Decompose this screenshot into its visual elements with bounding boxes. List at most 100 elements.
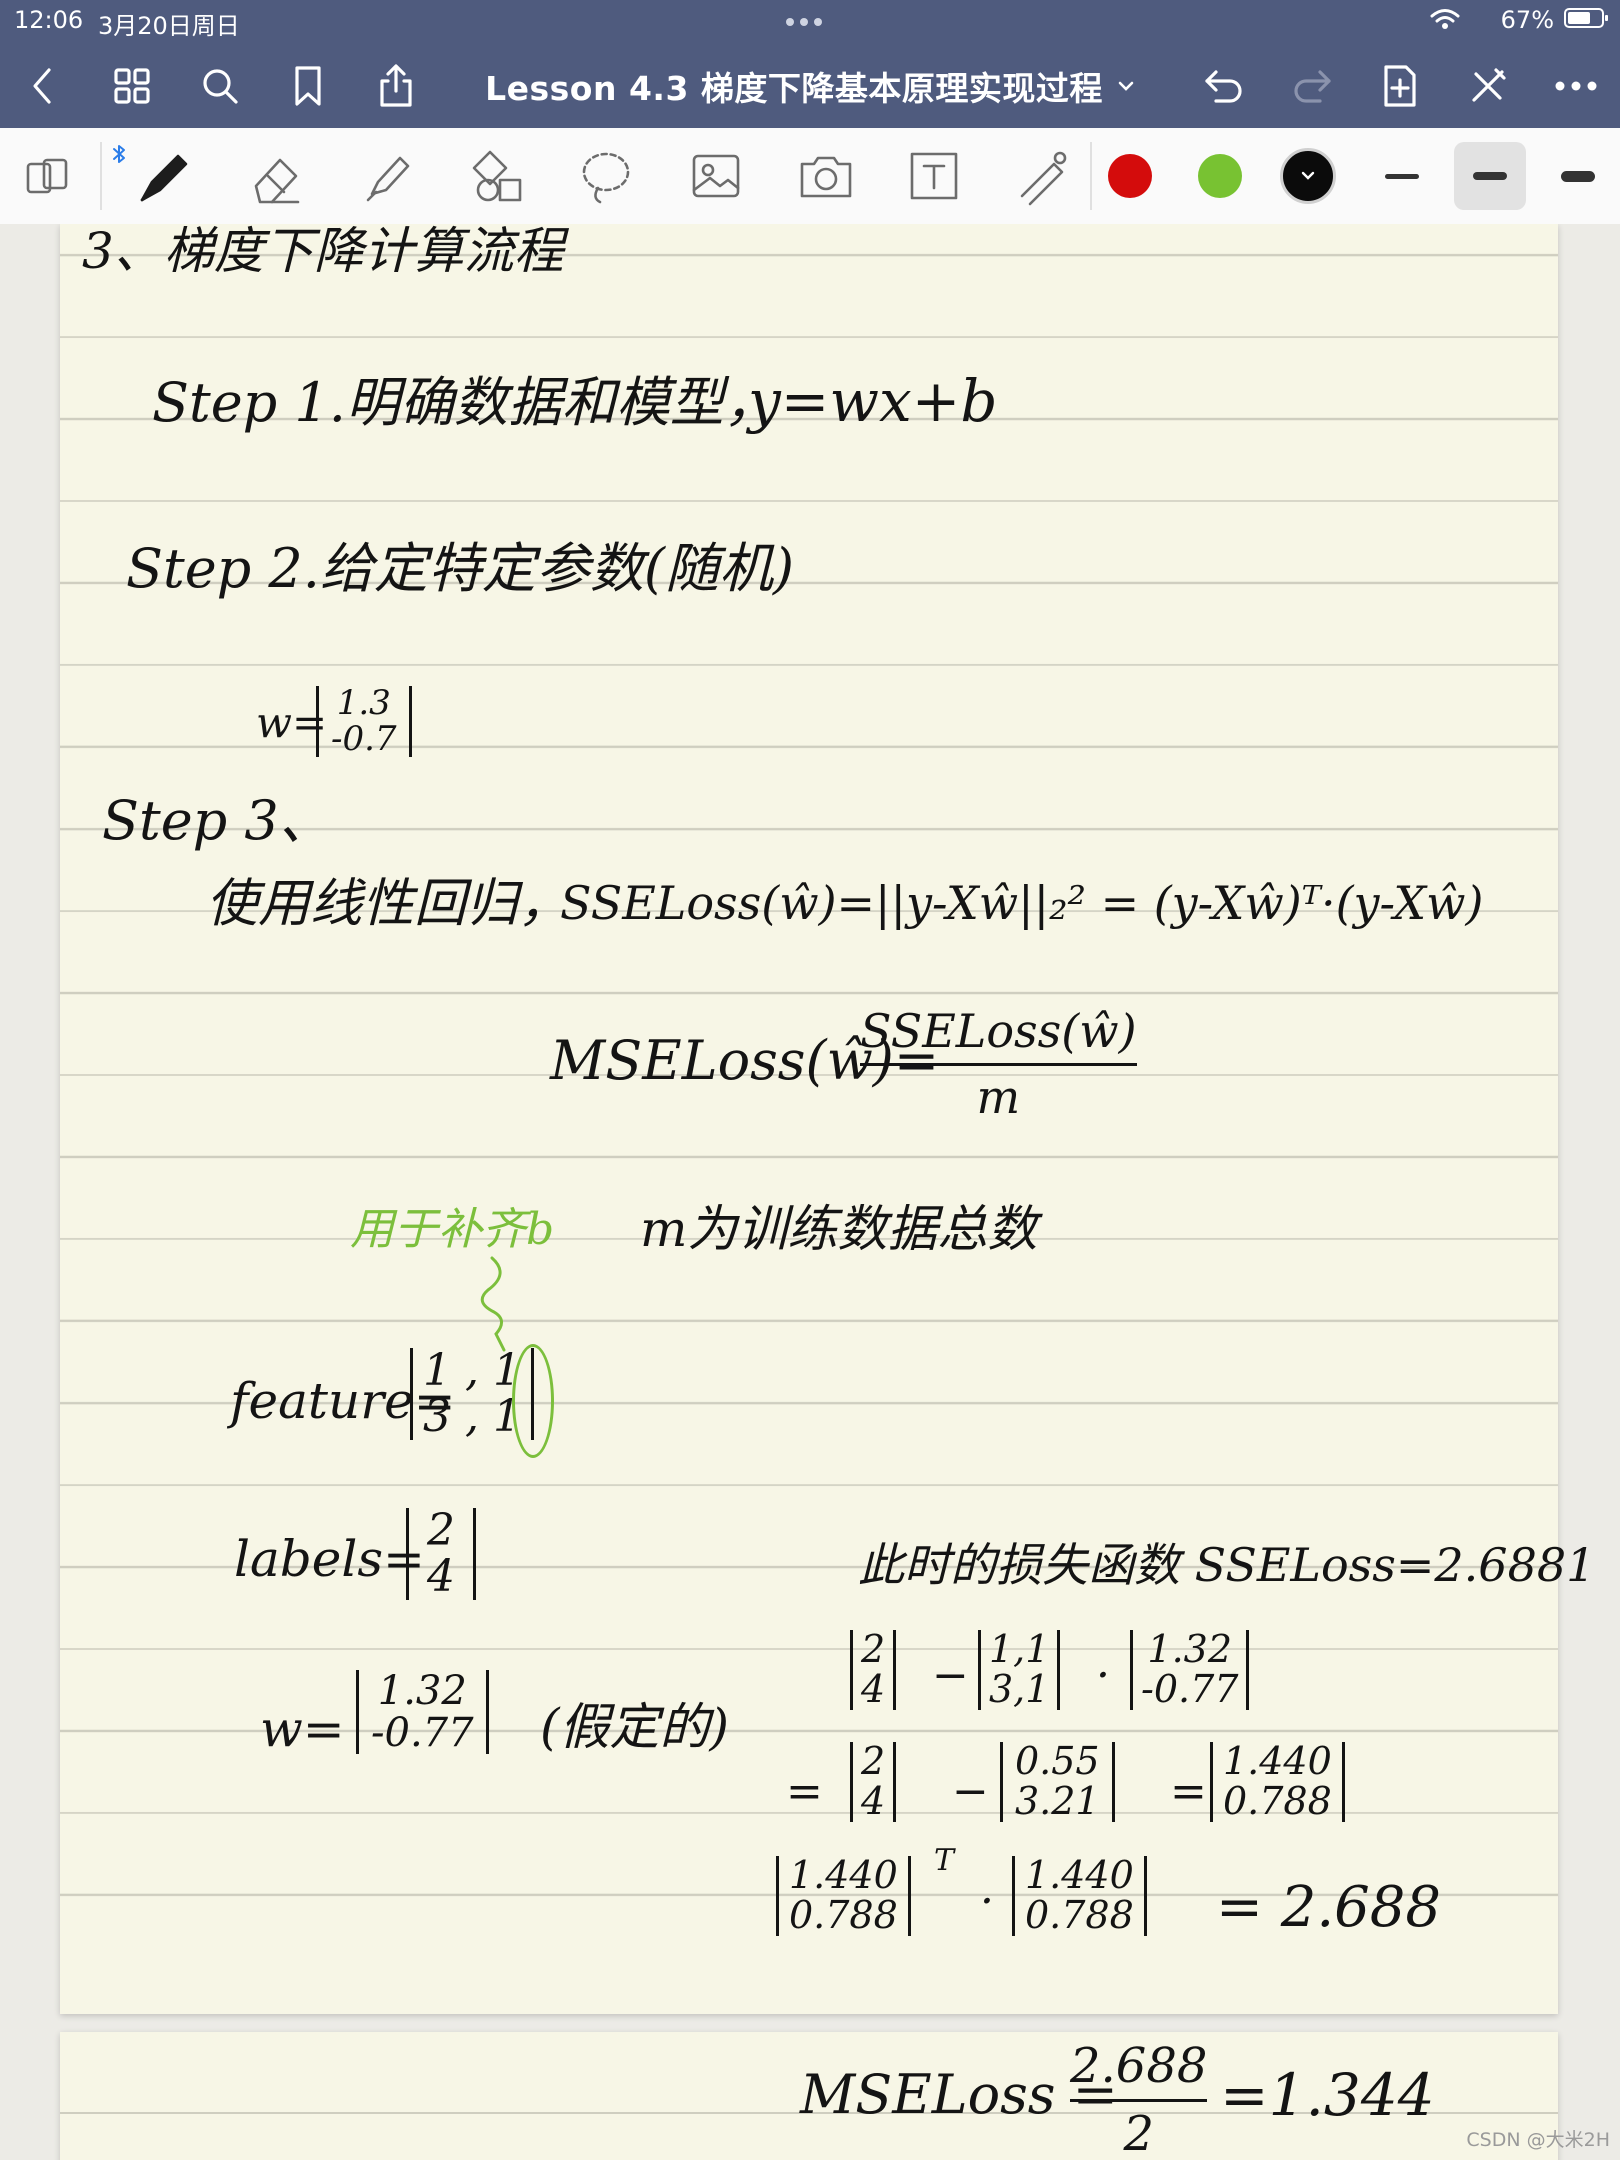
section-title: 3、梯度下降计算流程 — [82, 224, 564, 280]
color-green-swatch[interactable] — [1198, 154, 1242, 198]
calc3-transpose: T — [934, 1843, 955, 1878]
w2-matrix: 1.32 -0.77 — [356, 1670, 489, 1754]
search-button[interactable] — [192, 58, 248, 114]
share-icon — [380, 64, 412, 107]
loss-note: 此时的损失函数 SSELoss=2.6881 — [858, 1538, 1596, 1592]
calc2-equals-2: = — [1170, 1766, 1207, 1817]
step2-text: Step 2.给定特定参数(随机) — [126, 537, 795, 600]
battery-percent: 67% — [1500, 6, 1554, 34]
thumbnails-button[interactable] — [104, 58, 160, 114]
bookmark-icon — [295, 66, 321, 106]
calc1-w-matrix: 1.32 -0.77 — [1130, 1629, 1250, 1710]
drawing-toolbar — [0, 128, 1620, 226]
notebook-canvas[interactable]: 3、梯度下降计算流程 Step 1.明确数据和模型， y=wx+b Step 2… — [0, 224, 1620, 2160]
step1-text: Step 1.明确数据和模型， — [152, 371, 778, 434]
step3-label: Step 3、 — [102, 789, 333, 852]
w-init-matrix: 1.3 -0.7 — [316, 685, 412, 758]
notebook-page-2[interactable]: MSELoss = 2.688 2 =1.344 — [60, 2032, 1558, 2160]
image-icon — [692, 154, 740, 198]
grid-icon — [114, 68, 150, 104]
calc1-labels-matrix: 24 — [850, 1629, 897, 1710]
toolbar-divider — [100, 142, 102, 210]
text-box-icon — [910, 152, 958, 200]
calc2-residual-matrix: 1.440 0.788 — [1210, 1741, 1345, 1822]
lasso-icon — [582, 152, 630, 204]
step3-text: 使用线性回归， — [206, 874, 571, 934]
laser-pointer-tool[interactable] — [1002, 142, 1082, 210]
chevron-down-icon — [1118, 81, 1134, 91]
pages-toggle-icon — [26, 158, 68, 194]
fountain-pen-icon — [140, 154, 188, 202]
lasso-tool[interactable] — [566, 142, 646, 210]
add-page-button[interactable] — [1372, 58, 1428, 114]
search-icon — [203, 69, 238, 104]
wifi-icon — [1430, 9, 1460, 29]
stroke-width-medium-selected[interactable] — [1454, 142, 1526, 210]
share-button[interactable] — [368, 58, 424, 114]
notebook-page[interactable]: 3、梯度下降计算流程 Step 1.明确数据和模型， y=wx+b Step 2… — [60, 224, 1595, 2014]
read-only-mode-button[interactable] — [8, 142, 88, 210]
pen-settings-button[interactable] — [1460, 58, 1516, 114]
calc3-residual-t-matrix: 1.440 0.788 — [776, 1855, 911, 1936]
calc1-minus: − — [932, 1650, 969, 1701]
m-note: m为训练数据总数 — [640, 1200, 1038, 1258]
labels-label: labels= — [234, 1530, 425, 1588]
status-date: 3月20日周日 — [98, 12, 240, 40]
mse2-result: =1.344 — [1220, 2061, 1435, 2129]
document-title-menu[interactable]: Lesson 4.3 梯度下降基本原理实现过程 — [420, 60, 1200, 112]
eraser-tool[interactable] — [236, 142, 316, 210]
text-tool[interactable] — [894, 142, 974, 210]
mse2-fraction: 2.688 2 — [1070, 2038, 1208, 2160]
mse-fraction: SSELoss(ŵ) m — [860, 1004, 1137, 1124]
add-page-icon — [1384, 65, 1416, 107]
calc3-dot: · — [980, 1876, 994, 1927]
watermark: CSDN @大米2H — [1466, 2129, 1610, 2151]
stroke-width-thin[interactable] — [1366, 142, 1438, 210]
sse-formula: SSELoss(ŵ)=||y-Xŵ||₂² = (y-Xŵ)ᵀ·(y-Xŵ) — [560, 876, 1484, 930]
calc2-minus: − — [952, 1766, 989, 1817]
back-button[interactable] — [14, 58, 70, 114]
green-note: 用于补齐b — [350, 1204, 555, 1255]
w2-note: (假定的) — [540, 1698, 730, 1756]
calc3-residual-matrix: 1.440 0.788 — [1012, 1855, 1147, 1936]
calc1-feature-matrix: 1,1 3,1 — [978, 1629, 1061, 1710]
stroke-width-thick[interactable] — [1542, 142, 1614, 210]
highlighter-icon — [366, 156, 410, 202]
toolbar-divider — [1090, 142, 1092, 210]
color-red-swatch[interactable] — [1108, 154, 1152, 198]
camera-tool[interactable] — [786, 142, 866, 210]
shapes-icon — [472, 150, 522, 202]
pen-tool[interactable] — [124, 142, 204, 210]
pencil-cross-icon — [1472, 68, 1506, 102]
calc2-product-matrix: 0.55 3.21 — [1000, 1741, 1115, 1822]
green-arrow-icon — [480, 1256, 506, 1352]
battery-icon — [1564, 8, 1608, 28]
laser-pointer-icon — [1020, 151, 1067, 206]
chevron-left-icon — [33, 68, 51, 104]
redo-icon — [1294, 70, 1331, 103]
calc2-labels-matrix: 24 — [850, 1741, 897, 1822]
calc2-equals: = — [786, 1766, 823, 1817]
chevron-down-icon — [1301, 171, 1315, 180]
labels-matrix: 24 — [406, 1507, 476, 1601]
camera-icon — [800, 156, 852, 198]
more-button[interactable] — [1548, 58, 1604, 114]
title-bar: 12:06 3月20日周日 67% Lesson 4.3 梯度下降基本原理实现过… — [0, 0, 1620, 128]
green-highlight-ellipse — [512, 1344, 554, 1458]
step1-formula: y=wx+b — [748, 367, 998, 435]
w2-label: w= — [260, 1700, 345, 1758]
shape-tool[interactable] — [458, 142, 538, 210]
status-time: 12:06 — [14, 6, 84, 34]
more-icon — [1555, 81, 1597, 91]
bookmark-button[interactable] — [280, 58, 336, 114]
eraser-icon — [254, 158, 300, 204]
redo-button[interactable] — [1284, 58, 1340, 114]
highlighter-tool[interactable] — [348, 142, 428, 210]
calc1-dot: · — [1096, 1650, 1110, 1701]
document-title: Lesson 4.3 梯度下降基本原理实现过程 — [485, 69, 1103, 108]
image-tool[interactable] — [676, 142, 756, 210]
undo-button[interactable] — [1196, 58, 1252, 114]
multitask-dots-icon[interactable] — [786, 18, 822, 26]
color-black-swatch-selected[interactable] — [1280, 148, 1336, 204]
calc3-result: = 2.688 — [1216, 1875, 1442, 1940]
